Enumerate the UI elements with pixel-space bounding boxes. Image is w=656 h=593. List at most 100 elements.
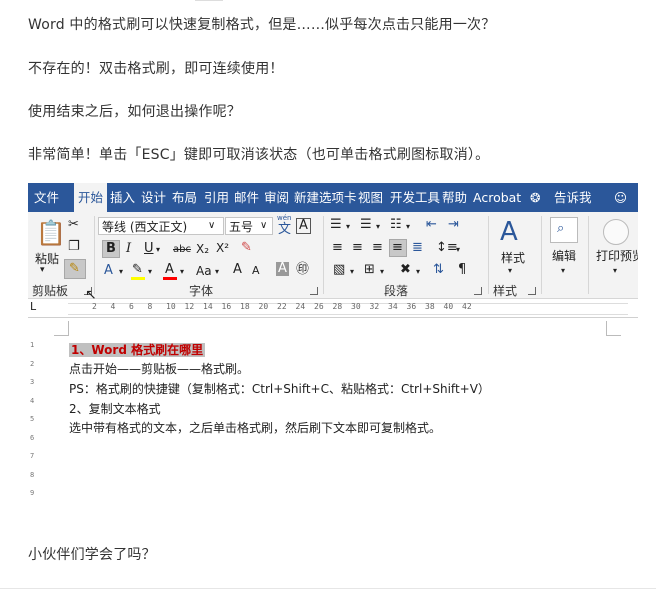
doc-line[interactable]: 点击开始——剪贴板——格式刷。 — [69, 360, 249, 377]
strikethrough-button[interactable]: abc — [173, 242, 191, 258]
chinese-layout-icon[interactable]: ✖ — [400, 262, 411, 278]
paste-icon[interactable]: 📋 — [36, 219, 66, 247]
format-painter-icon[interactable]: ✎ — [69, 261, 80, 277]
numbering-icon[interactable]: ☰ — [360, 217, 372, 233]
font-name-combo[interactable]: 等线 (西文正文) — [98, 217, 224, 235]
font-color-icon[interactable]: A — [165, 262, 174, 278]
chevron-down-icon[interactable]: ▾ — [406, 219, 410, 235]
styles-button[interactable]: 样式 — [501, 249, 525, 266]
doc-line[interactable]: 2、复制文本格式 — [69, 400, 161, 417]
superscript-button[interactable]: X² — [216, 240, 229, 256]
bold-icon: B — [106, 241, 116, 256]
multilevel-list-icon[interactable]: ☷ — [390, 217, 402, 233]
tab-help[interactable]: 帮助 — [442, 183, 467, 212]
subscript-button[interactable]: X₂ — [196, 241, 209, 257]
bullets-icon[interactable]: ☰ — [330, 217, 342, 233]
show-marks-icon[interactable]: ¶ — [458, 262, 466, 278]
chevron-down-icon[interactable]: ▾ — [508, 263, 512, 279]
clear-formatting-icon[interactable]: ✎ — [241, 240, 252, 256]
doc-line[interactable]: 选中带有格式的文本，之后单击格式刷，然后刷下文本即可复制格式。 — [69, 419, 441, 436]
vruler-number: 7 — [30, 452, 35, 460]
underline-button[interactable]: U — [144, 241, 154, 257]
font-launcher-icon[interactable] — [310, 287, 318, 295]
align-center-icon[interactable]: ≡ — [352, 240, 363, 256]
paste-button[interactable]: 粘贴 — [35, 250, 59, 267]
phonetic-guide-icon[interactable]: 文 — [278, 222, 291, 238]
search-icon[interactable]: ⌕ — [557, 221, 564, 237]
chevron-down-icon[interactable]: ▾ — [376, 219, 380, 235]
align-left-icon[interactable]: ≡ — [332, 240, 343, 256]
copy-icon[interactable]: ❐ — [68, 239, 80, 255]
character-shading-icon[interactable]: A — [276, 262, 289, 276]
chevron-down-icon[interactable]: ▾ — [119, 264, 123, 280]
borders-icon[interactable]: ⊞ — [364, 262, 375, 278]
tab-acrobat[interactable]: Acrobat — [473, 183, 521, 212]
enclosed-character-icon[interactable]: ㊞ — [296, 262, 309, 278]
ruler-number: 14 — [203, 302, 213, 311]
font-name-value: 等线 (西文正文) — [102, 220, 188, 234]
doc-heading[interactable]: 1、Word 格式刷在哪里 — [69, 341, 206, 358]
lightbulb-icon[interactable]: ❂ — [530, 183, 540, 212]
chevron-down-icon[interactable]: ▾ — [156, 242, 160, 258]
tab-file[interactable]: 文件 — [34, 183, 59, 212]
tab-layout[interactable]: 布局 — [172, 183, 197, 212]
print-preview-button[interactable]: 打印预览 — [596, 247, 638, 264]
chevron-down-icon[interactable]: ▾ — [346, 219, 350, 235]
grow-font-button[interactable]: A — [233, 262, 242, 278]
shrink-font-button[interactable]: A — [252, 263, 260, 279]
print-preview-icon[interactable] — [603, 219, 629, 245]
sort-icon[interactable]: ⇅ — [433, 262, 444, 278]
chevron-down-icon[interactable]: ∨ — [208, 218, 215, 234]
paste-dropdown-icon[interactable]: ▾ — [40, 262, 45, 278]
editing-button[interactable]: 编辑 — [552, 247, 576, 264]
change-case-button[interactable]: Aa — [196, 263, 212, 279]
ruler-number: 6 — [129, 302, 134, 311]
align-right-icon[interactable]: ≡ — [372, 240, 383, 256]
chevron-down-icon[interactable]: ▾ — [561, 263, 565, 279]
chevron-down-icon[interactable]: ∨ — [260, 218, 267, 234]
chevron-down-icon[interactable]: ▾ — [215, 264, 219, 280]
separator — [541, 216, 542, 294]
decrease-indent-icon[interactable]: ⇤ — [426, 217, 437, 233]
increase-indent-icon[interactable]: ⇥ — [448, 217, 459, 233]
tab-selector-icon[interactable]: L — [30, 301, 36, 313]
ruler-number: 30 — [351, 302, 361, 311]
separator — [94, 216, 95, 294]
margin-corner-right — [606, 321, 621, 336]
paragraph-double-click: 不存在的！双击格式刷，即可连续使用！ — [28, 61, 284, 77]
shading-icon[interactable]: ▧ — [333, 262, 345, 278]
character-border-icon[interactable]: A — [296, 218, 311, 234]
chevron-down-icon[interactable]: ▾ — [613, 263, 617, 279]
tab-design[interactable]: 设计 — [141, 183, 166, 212]
cut-icon[interactable]: ✂ — [68, 217, 79, 233]
tab-view[interactable]: 视图 — [358, 183, 383, 212]
tab-tell-me[interactable]: 告诉我 — [554, 183, 592, 212]
chevron-down-icon[interactable]: ▾ — [350, 264, 354, 280]
styles-launcher-icon[interactable] — [528, 287, 536, 295]
distributed-icon[interactable]: ≣ — [412, 240, 423, 256]
doc-line[interactable]: PS：格式刷的快捷键（复制格式：Ctrl+Shift+C、粘贴格式：Ctrl+S… — [69, 380, 490, 397]
chevron-down-icon[interactable]: ▾ — [148, 264, 152, 280]
paragraph-launcher-icon[interactable] — [474, 287, 482, 295]
line-spacing-icon[interactable]: ↕≡ — [436, 240, 458, 256]
tab-review[interactable]: 审阅 — [264, 183, 289, 212]
chevron-down-icon[interactable]: ▾ — [416, 264, 420, 280]
highlight-icon[interactable]: ✎ — [132, 262, 143, 278]
tab-home[interactable]: 开始 — [74, 183, 108, 212]
italic-button[interactable]: I — [126, 241, 131, 257]
vruler-number: 8 — [30, 470, 35, 479]
tab-new-tab[interactable]: 新建选项卡 — [294, 183, 357, 212]
chevron-down-icon[interactable]: ▾ — [380, 264, 384, 280]
text-effects-icon[interactable]: A — [104, 263, 113, 279]
tab-insert[interactable]: 插入 — [110, 183, 135, 212]
group-font-label: 字体 — [189, 284, 214, 298]
tab-references[interactable]: 引用 — [204, 183, 229, 212]
margin-corner-left — [54, 321, 69, 336]
tab-developer[interactable]: 开发工具 — [390, 183, 440, 212]
styles-icon[interactable]: A — [500, 217, 518, 247]
chevron-down-icon[interactable]: ▾ — [456, 242, 460, 258]
tab-mailings[interactable]: 邮件 — [234, 183, 259, 212]
chevron-down-icon[interactable]: ▾ — [180, 264, 184, 280]
share-user-icon[interactable]: ☺ — [614, 183, 627, 212]
doc-heading-text: 1、Word 格式刷在哪里 — [69, 343, 206, 357]
